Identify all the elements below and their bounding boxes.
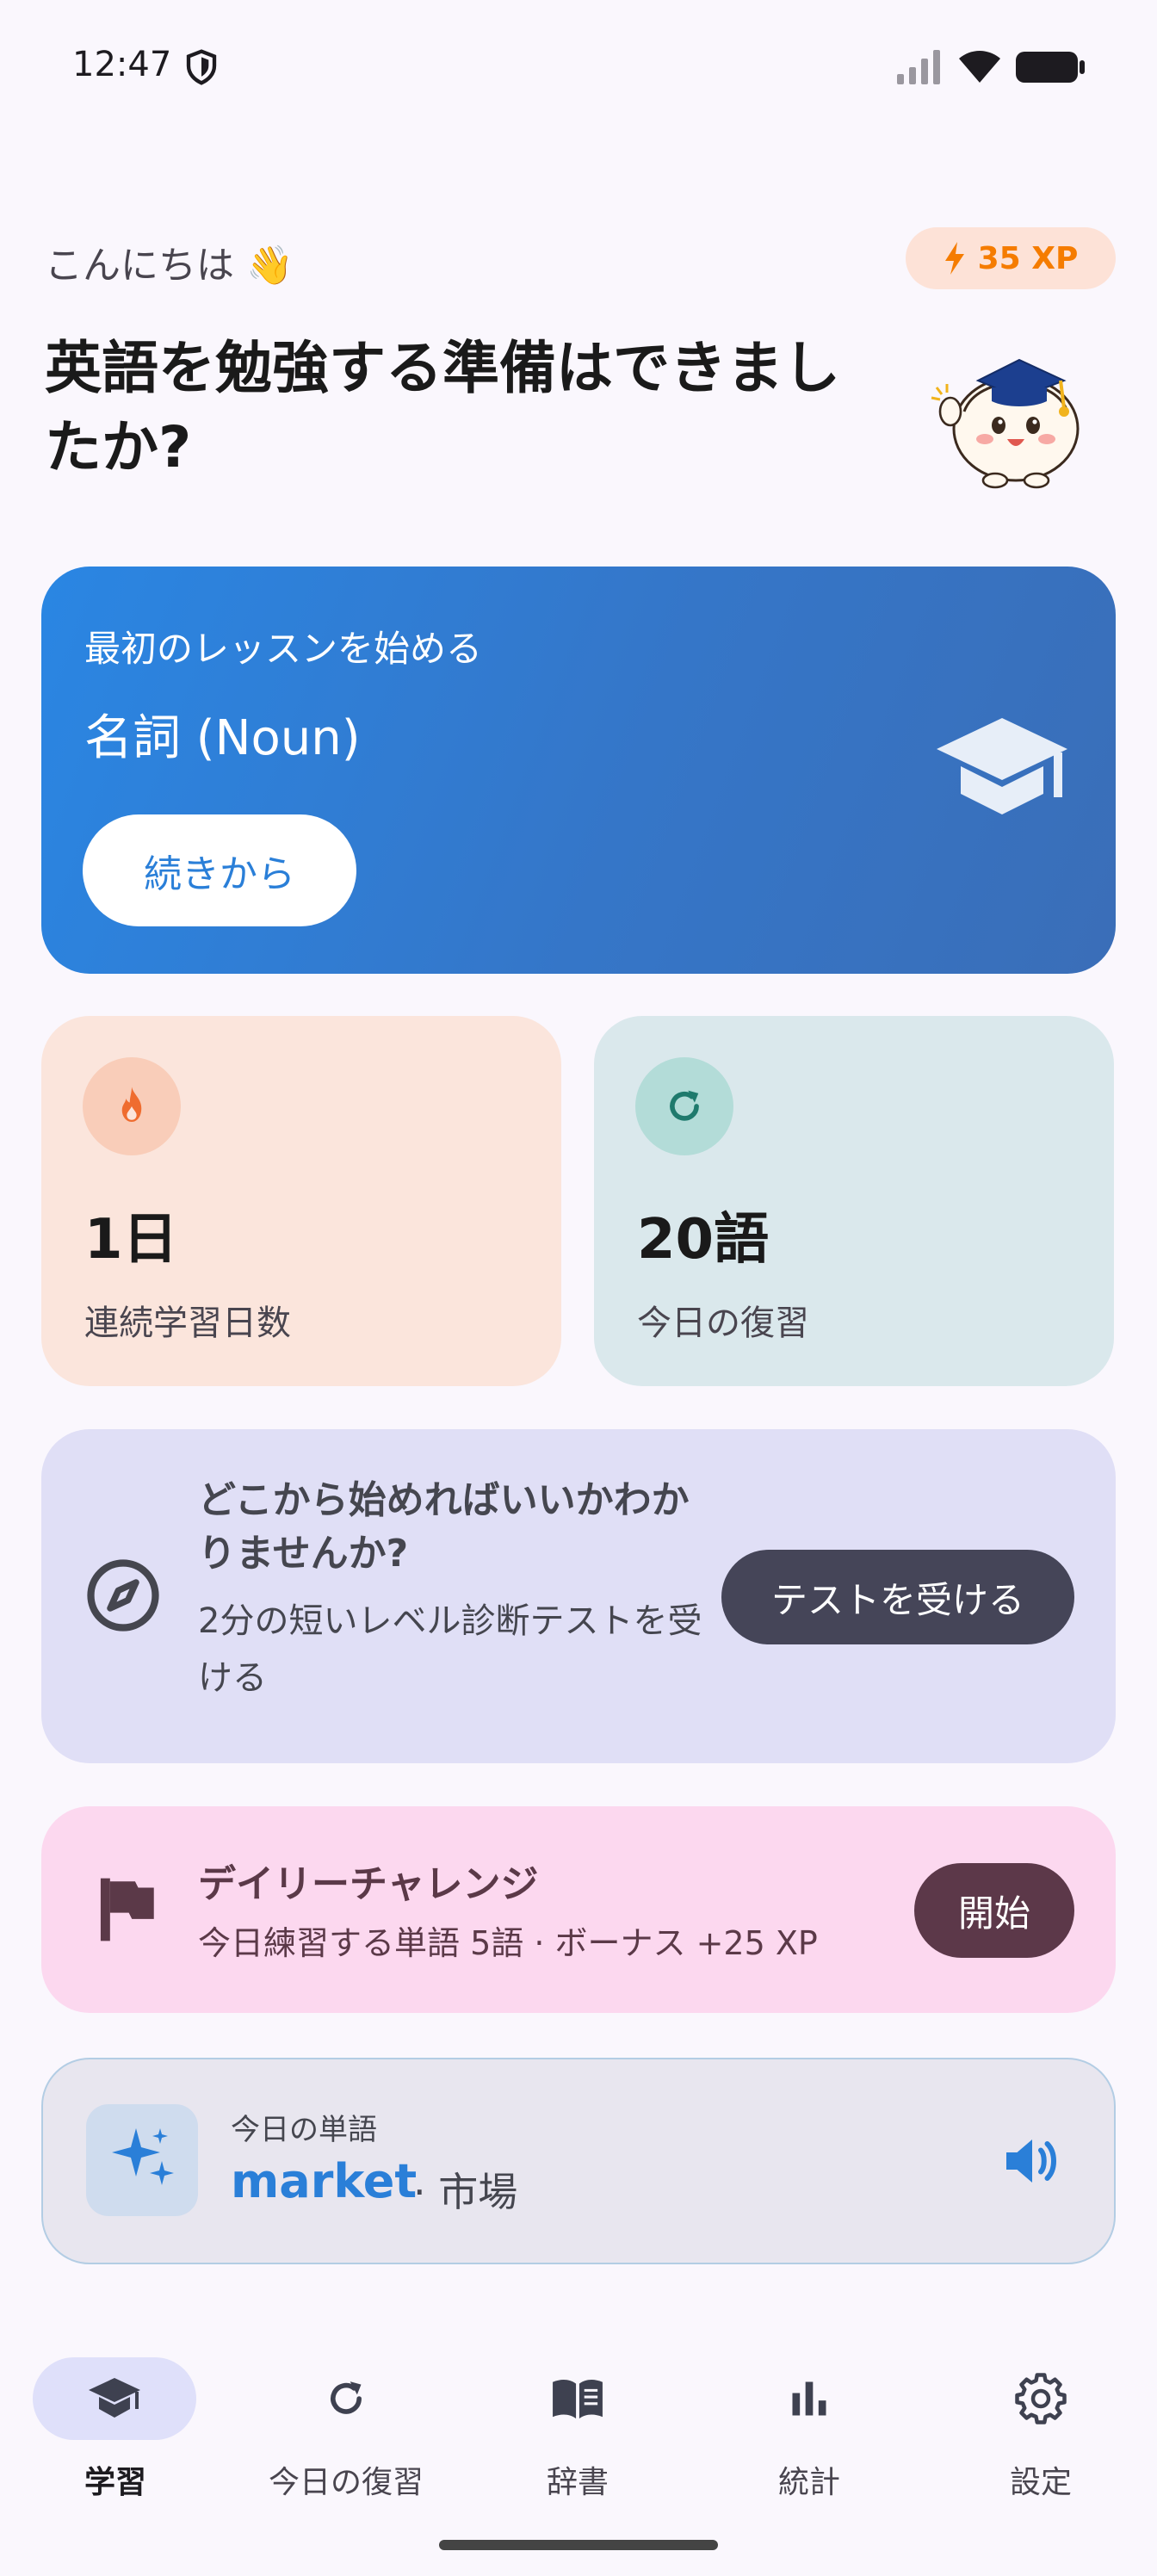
word-kicker: 今日の単語 [231,2113,377,2147]
nav-item-review[interactable]: 今日の復習 [231,2357,461,2512]
nav-label: 統計 [777,2465,840,2500]
nav-label: 設定 [1009,2465,1072,2500]
challenge-description: 今日練習する単語 5語 · ボーナス +25 XP [198,1924,818,1962]
greeting-text: こんにちは 👋 [45,244,294,288]
sparkle-icon [112,2128,174,2185]
page-title: 英語を勉強する準備はできましたか? [45,335,840,480]
nav-item-stats[interactable]: 統計 [694,2357,925,2512]
shield-icon [186,49,217,85]
xp-value: 35 XP [977,240,1079,276]
bar-chart-icon [792,2381,826,2416]
flag-icon [100,1878,154,1941]
nav-item-dictionary[interactable]: 辞書 [462,2357,693,2512]
nav-label: 学習 [84,2465,146,2500]
nav-item-settings[interactable]: 設定 [925,2357,1156,2512]
refresh-icon [670,1090,699,1121]
nav-item-learn[interactable]: 学習 [0,2357,231,2512]
word-translation: · 市場 [413,2169,518,2215]
graduation-cap-icon [89,2378,140,2418]
wifi-icon [959,51,1000,83]
diagnostic-title: どこから始めればいいかわかりませんか? [198,1478,690,1576]
streak-value: 1日 [84,1208,178,1272]
refresh-icon [331,2381,362,2414]
nav-active-indicator [33,2357,196,2440]
xp-badge[interactable]: 35 XP [906,227,1116,289]
streak-icon-badge [83,1057,181,1155]
status-time: 12:47 [72,45,172,84]
nav-label: 今日の復習 [268,2465,424,2500]
mascot-dumpling-graduate-image [931,358,1080,489]
sparkle-icon-badge [86,2104,198,2216]
compass-icon [87,1559,159,1632]
diagnostic-description: 2分の短いレベル診断テストを受ける [198,1601,702,1698]
challenge-title: デイリーチャレンジ [198,1862,539,1906]
book-icon [553,2380,603,2419]
battery-icon [1016,52,1085,83]
lesson-title: 名詞 (Noun) [84,710,361,766]
fire-icon [121,1087,142,1122]
streak-label: 連続学習日数 [84,1303,291,1343]
speaker-icon[interactable] [1002,2135,1062,2187]
gear-icon [1015,2373,1067,2424]
start-challenge-button[interactable]: 開始 [914,1863,1074,1958]
review-label: 今日の復習 [637,1303,809,1343]
nav-label: 辞書 [546,2465,609,2500]
review-value: 20語 [637,1208,770,1272]
bolt-icon [944,242,964,275]
graduation-cap-icon [937,718,1067,814]
home-indicator[interactable] [439,2540,718,2550]
lesson-kicker: 最初のレッスンを始める [84,628,483,670]
word-english: market [231,2154,418,2208]
cellular-signal-icon [897,50,940,84]
review-icon-badge [635,1057,733,1155]
take-test-button[interactable]: テストを受ける [721,1550,1074,1644]
word-of-day-card[interactable] [41,2058,1116,2264]
continue-button[interactable]: 続きから [83,814,356,926]
